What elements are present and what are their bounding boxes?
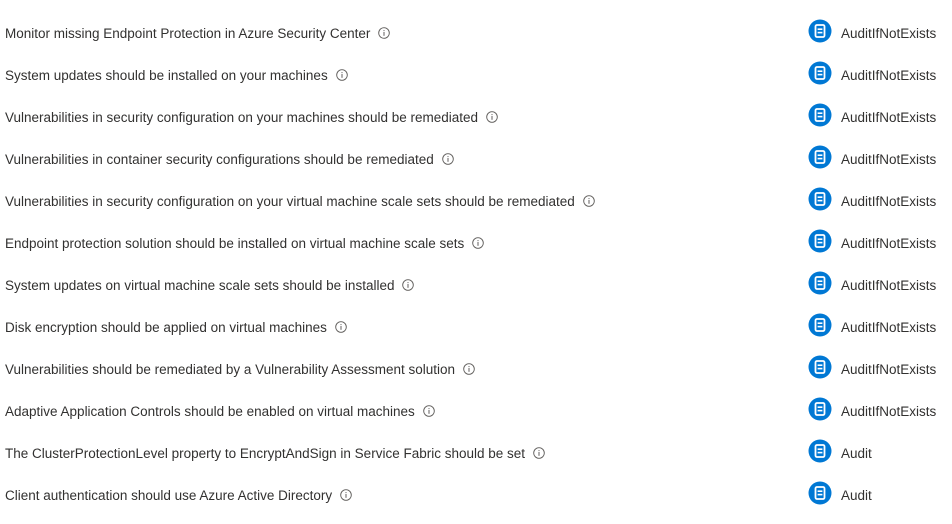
policy-effect-icon xyxy=(808,481,832,505)
info-icon[interactable] xyxy=(340,489,352,501)
effect-label: AuditIfNotExists xyxy=(841,109,937,125)
effect-cell: AuditIfNotExists xyxy=(808,264,936,306)
effect-label: AuditIfNotExists xyxy=(841,25,937,41)
policy-name-cell: Endpoint protection solution should be i… xyxy=(5,222,485,264)
effect-cell: AuditIfNotExists xyxy=(808,96,936,138)
policy-name-cell: Client authentication should use Azure A… xyxy=(5,474,352,516)
info-icon[interactable] xyxy=(378,27,391,39)
info-icon[interactable] xyxy=(472,237,485,249)
policy-effect-icon xyxy=(808,61,832,85)
info-icon[interactable] xyxy=(533,447,545,459)
effect-label: Audit xyxy=(841,487,872,503)
policy-effect-icon xyxy=(808,229,832,253)
policy-name[interactable]: Vulnerabilities in container security co… xyxy=(5,152,434,167)
policy-row: Vulnerabilities should be remediated by … xyxy=(0,348,952,390)
policy-name[interactable]: The ClusterProtectionLevel property to E… xyxy=(5,446,525,461)
effect-cell: Audit xyxy=(808,432,872,474)
info-icon[interactable] xyxy=(486,111,498,123)
info-icon[interactable] xyxy=(463,363,475,375)
effect-cell: AuditIfNotExists xyxy=(808,222,936,264)
policy-name-cell: Vulnerabilities in security configuratio… xyxy=(5,180,595,222)
info-icon[interactable] xyxy=(441,153,454,165)
policy-row: The ClusterProtectionLevel property to E… xyxy=(0,432,952,474)
effect-label: AuditIfNotExists xyxy=(841,193,937,209)
policy-name[interactable]: Vulnerabilities in security configuratio… xyxy=(5,110,478,125)
effect-cell: AuditIfNotExists xyxy=(808,180,936,222)
effect-label: AuditIfNotExists xyxy=(841,403,937,419)
policy-row: Client authentication should use Azure A… xyxy=(0,474,952,516)
policy-name-cell: Disk encryption should be applied on vir… xyxy=(5,306,347,348)
policy-row: Vulnerabilities in security configuratio… xyxy=(0,96,952,138)
policy-row: Monitor missing Endpoint Protection in A… xyxy=(0,12,952,54)
policy-effect-icon xyxy=(808,397,832,421)
effect-cell: AuditIfNotExists xyxy=(808,138,936,180)
effect-label: AuditIfNotExists xyxy=(841,277,937,293)
policy-name-cell: Vulnerabilities should be remediated by … xyxy=(5,348,475,390)
effect-cell: AuditIfNotExists xyxy=(808,54,936,96)
effect-label: AuditIfNotExists xyxy=(841,67,937,83)
effect-label: Audit xyxy=(841,445,872,461)
info-icon[interactable] xyxy=(423,405,435,417)
effect-cell: Audit xyxy=(808,474,872,516)
policy-effect-icon xyxy=(808,439,832,463)
policy-effect-icon xyxy=(808,271,832,295)
policy-effect-icon xyxy=(808,19,832,43)
policy-row: System updates on virtual machine scale … xyxy=(0,264,952,306)
policy-name[interactable]: Client authentication should use Azure A… xyxy=(5,488,332,503)
policy-row: System updates should be installed on yo… xyxy=(0,54,952,96)
policy-name[interactable]: Monitor missing Endpoint Protection in A… xyxy=(5,26,370,41)
policy-row: Vulnerabilities in security configuratio… xyxy=(0,180,952,222)
policy-effect-icon xyxy=(808,145,832,169)
policy-name-cell: System updates should be installed on yo… xyxy=(5,54,348,96)
policy-name[interactable]: System updates on virtual machine scale … xyxy=(5,278,394,293)
policy-name[interactable]: Adaptive Application Controls should be … xyxy=(5,404,415,419)
policy-name[interactable]: Endpoint protection solution should be i… xyxy=(5,236,464,251)
effect-cell: AuditIfNotExists xyxy=(808,12,936,54)
policy-name-cell: Adaptive Application Controls should be … xyxy=(5,390,435,432)
effect-label: AuditIfNotExists xyxy=(841,361,937,377)
policy-name-cell: Monitor missing Endpoint Protection in A… xyxy=(5,12,391,54)
info-icon[interactable] xyxy=(335,321,347,333)
policy-name[interactable]: Vulnerabilities should be remediated by … xyxy=(5,362,455,377)
policy-row: Adaptive Application Controls should be … xyxy=(0,390,952,432)
policy-effect-icon xyxy=(808,313,832,337)
policy-name-cell: Vulnerabilities in security configuratio… xyxy=(5,96,498,138)
effect-cell: AuditIfNotExists xyxy=(808,390,936,432)
info-icon[interactable] xyxy=(335,69,348,81)
policy-name[interactable]: Disk encryption should be applied on vir… xyxy=(5,320,327,335)
policy-effect-icon xyxy=(808,355,832,379)
info-icon[interactable] xyxy=(583,195,595,207)
policy-row: Vulnerabilities in container security co… xyxy=(0,138,952,180)
policy-name-cell: The ClusterProtectionLevel property to E… xyxy=(5,432,545,474)
policy-row: Endpoint protection solution should be i… xyxy=(0,222,952,264)
effect-cell: AuditIfNotExists xyxy=(808,306,936,348)
policy-name-cell: Vulnerabilities in container security co… xyxy=(5,138,454,180)
policy-name[interactable]: Vulnerabilities in security configuratio… xyxy=(5,194,575,209)
info-icon[interactable] xyxy=(402,279,415,291)
effect-label: AuditIfNotExists xyxy=(841,319,937,335)
policy-name[interactable]: System updates should be installed on yo… xyxy=(5,68,328,83)
policy-list: Monitor missing Endpoint Protection in A… xyxy=(0,0,952,524)
policy-effect-icon xyxy=(808,187,832,211)
effect-cell: AuditIfNotExists xyxy=(808,348,936,390)
effect-label: AuditIfNotExists xyxy=(841,235,937,251)
effect-label: AuditIfNotExists xyxy=(841,151,937,167)
policy-name-cell: System updates on virtual machine scale … xyxy=(5,264,415,306)
policy-row: Disk encryption should be applied on vir… xyxy=(0,306,952,348)
policy-effect-icon xyxy=(808,103,832,127)
